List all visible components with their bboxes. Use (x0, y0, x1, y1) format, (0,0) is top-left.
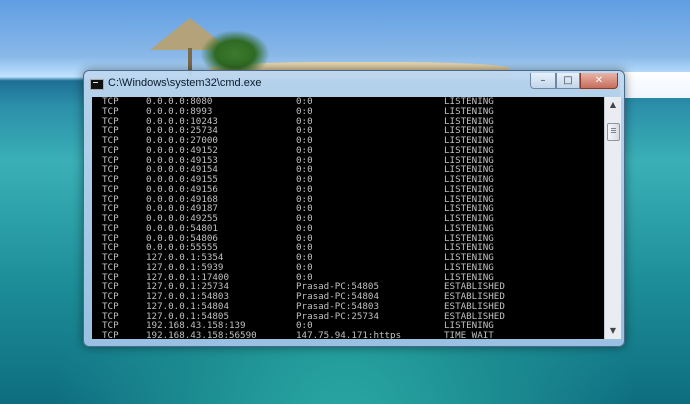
console-output[interactable]: TCP 0.0.0.0:8080 0:0 LISTENING TCP 0.0.0.0:89… (92, 97, 604, 339)
foreign-address-cell: 147.75.94.171:https (296, 330, 402, 339)
cmd-icon[interactable] (90, 79, 104, 90)
maximize-button[interactable]: □ (556, 73, 580, 89)
scroll-up-arrow-icon[interactable]: ▲ (605, 97, 621, 113)
vertical-scrollbar[interactable]: ▲ ▼ (604, 97, 621, 339)
proto-cell: TCP (102, 330, 119, 339)
scroll-down-arrow-icon[interactable]: ▼ (605, 323, 621, 339)
wallpaper-palm (200, 30, 270, 70)
window-title: C:\Windows\system32\cmd.exe (108, 77, 262, 89)
state-cell: TIME_WAIT (444, 330, 494, 339)
title-bar[interactable]: C:\Windows\system32\cmd.exe – □ ✕ (84, 71, 624, 97)
minimize-button[interactable]: – (530, 73, 556, 89)
scrollbar-thumb[interactable] (607, 123, 620, 141)
wallpaper-sky-patch (620, 72, 690, 98)
local-address-cell: 192.168.43.158:56590 (146, 330, 257, 339)
close-button[interactable]: ✕ (580, 73, 618, 89)
cmd-window[interactable]: C:\Windows\system32\cmd.exe – □ ✕ TCP 0.0… (83, 70, 625, 347)
